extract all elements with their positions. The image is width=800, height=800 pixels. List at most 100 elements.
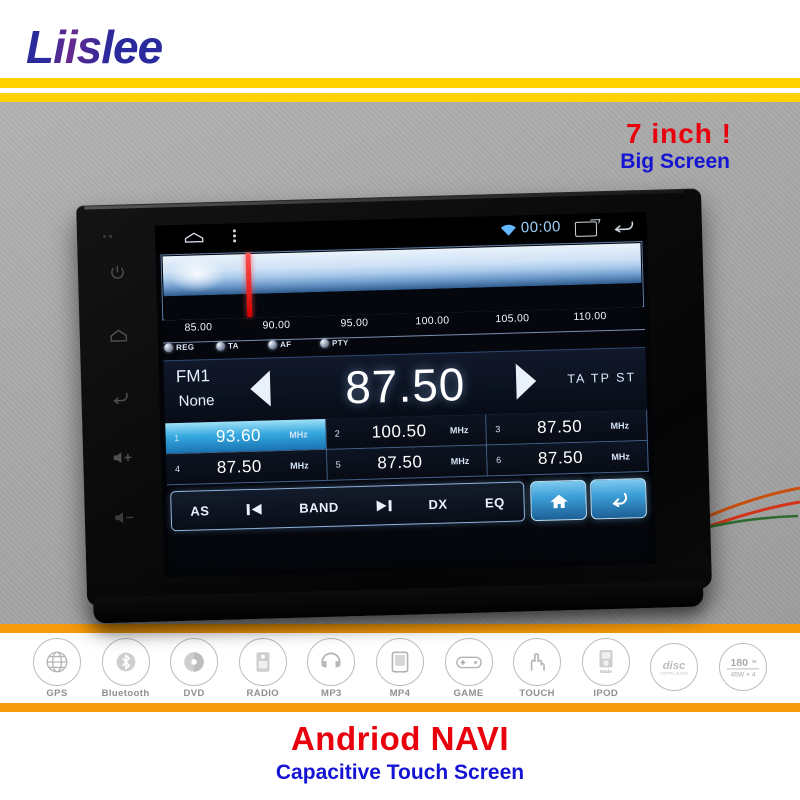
head-unit: 00:00 85.00 90.00 95.00 100.00 105.00 11… (76, 188, 713, 635)
bluetooth-icon (101, 637, 150, 686)
rds-label: AF (279, 339, 292, 350)
tune-up-button[interactable] (515, 363, 537, 400)
screen-back-button[interactable] (589, 478, 648, 520)
scale-tick: 95.00 (340, 316, 369, 330)
bezel-key-group (91, 222, 161, 584)
feature-label: TOUCH (519, 687, 555, 699)
screen-icon (375, 637, 424, 686)
wifi-icon (500, 224, 516, 236)
preset-frequency: 93.60 (215, 425, 262, 446)
tuner-left-region (162, 253, 252, 320)
previous-icon[interactable] (246, 502, 262, 515)
power-180w-badge-icon: 180 W 45W × 4 (718, 643, 767, 691)
gamepad-icon (444, 637, 493, 686)
radio-toolbar: AS BAND DX EQ (170, 478, 648, 532)
feature-compact-disc: disc DIGITAL AUDIO (643, 643, 705, 693)
preset-number: 2 (334, 428, 340, 439)
feature-gps: GPS (26, 637, 88, 699)
rds-indicator-af[interactable]: AF (267, 339, 292, 350)
home-button[interactable] (105, 322, 132, 349)
microphone-icon (102, 224, 125, 239)
size-callout: 7 inch ! (625, 118, 732, 149)
toolbar-main-group: AS BAND DX EQ (170, 481, 526, 532)
eq-button[interactable]: EQ (485, 494, 505, 510)
scale-tick: 85.00 (184, 321, 213, 334)
feature-label: MP4 (389, 687, 411, 699)
back-button[interactable] (107, 384, 134, 411)
rds-indicator-pty[interactable]: PTY (319, 338, 349, 349)
product-listing-image: Liislee Liislee 7 inch ! Big Screen (0, 0, 800, 800)
preset-button-4[interactable]: 4 87.50 MHz (166, 449, 328, 486)
headphone-icon (307, 637, 356, 686)
preset-unit: MHz (610, 420, 630, 431)
feature-ipod: Made IPOD (575, 637, 637, 699)
led-dot (215, 341, 226, 351)
feature-label: DVD (183, 687, 205, 699)
rds-label: REG (175, 342, 195, 353)
back-icon (611, 492, 627, 507)
lcd-screen[interactable]: 00:00 85.00 90.00 95.00 100.00 105.00 11… (154, 211, 657, 578)
rds-label: TA (227, 341, 239, 351)
preset-frequency: 87.50 (537, 447, 584, 469)
preset-frequency: 87.50 (216, 456, 263, 477)
rds-indicator-reg[interactable]: REG (163, 342, 195, 353)
volume-down-button[interactable] (110, 504, 137, 531)
feature-touch: TOUCH (506, 637, 568, 699)
svg-text:DIGITAL AUDIO: DIGITAL AUDIO (660, 671, 688, 676)
preset-button-6[interactable]: 6 87.50 MHz (487, 440, 649, 477)
led-dot (267, 340, 278, 350)
volume-up-button[interactable] (109, 444, 136, 471)
preset-frequency: 87.50 (377, 452, 423, 473)
feature-label: MP3 (321, 687, 342, 699)
scale-tick: 100.00 (415, 314, 450, 328)
home-icon[interactable] (183, 231, 205, 244)
brand-band: Liislee Liislee (0, 0, 800, 78)
preset-frequency: 100.50 (371, 421, 427, 442)
feature-game: GAME (438, 637, 500, 699)
feature-radio: RADIO (232, 637, 294, 699)
preset-unit: MHz (450, 455, 470, 467)
feature-dvd: DVD (163, 637, 225, 699)
preset-button-3[interactable]: 3 87.50 MHz (486, 409, 648, 446)
svg-text:45W × 4: 45W × 4 (730, 672, 755, 679)
preset-number: 6 (496, 455, 502, 466)
back-icon[interactable] (613, 219, 635, 234)
rds-indicator-ta[interactable]: TA (215, 341, 239, 351)
hand-icon (513, 637, 562, 686)
product-title: Andriod NAVI (290, 720, 510, 757)
feature-label: RADIO (246, 687, 280, 699)
disc-icon (170, 637, 219, 686)
dx-button[interactable]: DX (428, 496, 447, 512)
screen-home-button[interactable] (529, 479, 588, 522)
preset-number: 4 (174, 464, 181, 475)
home-icon (549, 494, 568, 508)
feature-mp4: MP4 (369, 637, 431, 699)
led-dot (163, 343, 174, 353)
band-button[interactable]: BAND (299, 499, 339, 515)
preset-unit: MHz (289, 460, 309, 471)
feature-label: IPOD (593, 687, 619, 699)
preset-button-1[interactable]: 1 93.60 MHz (165, 418, 327, 455)
autostore-button[interactable]: AS (190, 503, 209, 519)
next-icon[interactable] (375, 499, 392, 512)
status-clock: 00:00 (520, 218, 562, 237)
svg-text:Made: Made (600, 668, 612, 674)
radio-icon (238, 637, 287, 686)
feature-label: Bluetooth (101, 687, 150, 699)
product-subtitle: Capacitive Touch Screen (275, 761, 525, 784)
globe-icon (33, 637, 81, 686)
product-photo: 7 inch ! Big Screen 00:00 85.00 90.00 95… (0, 102, 800, 624)
preset-number: 5 (335, 459, 341, 470)
preset-button-5[interactable]: 5 87.50 MHz (326, 445, 489, 481)
power-button[interactable] (104, 258, 131, 285)
preset-unit: MHz (449, 424, 469, 436)
orange-divider-bottom (0, 703, 800, 712)
menu-icon[interactable] (232, 229, 237, 244)
rds-label: PTY (331, 338, 349, 348)
preset-grid: 1 93.60 MHz 2 100.50 MHz 3 87.50 MHz 4 8… (165, 409, 649, 486)
yellow-divider-bottom (0, 93, 800, 102)
footer-band: Andriod NAVI Capacitive Touch Screen (0, 712, 800, 800)
recents-icon[interactable] (574, 221, 598, 237)
brand-logo: Liislee (26, 21, 163, 73)
preset-button-2[interactable]: 2 100.50 MHz (325, 414, 488, 450)
